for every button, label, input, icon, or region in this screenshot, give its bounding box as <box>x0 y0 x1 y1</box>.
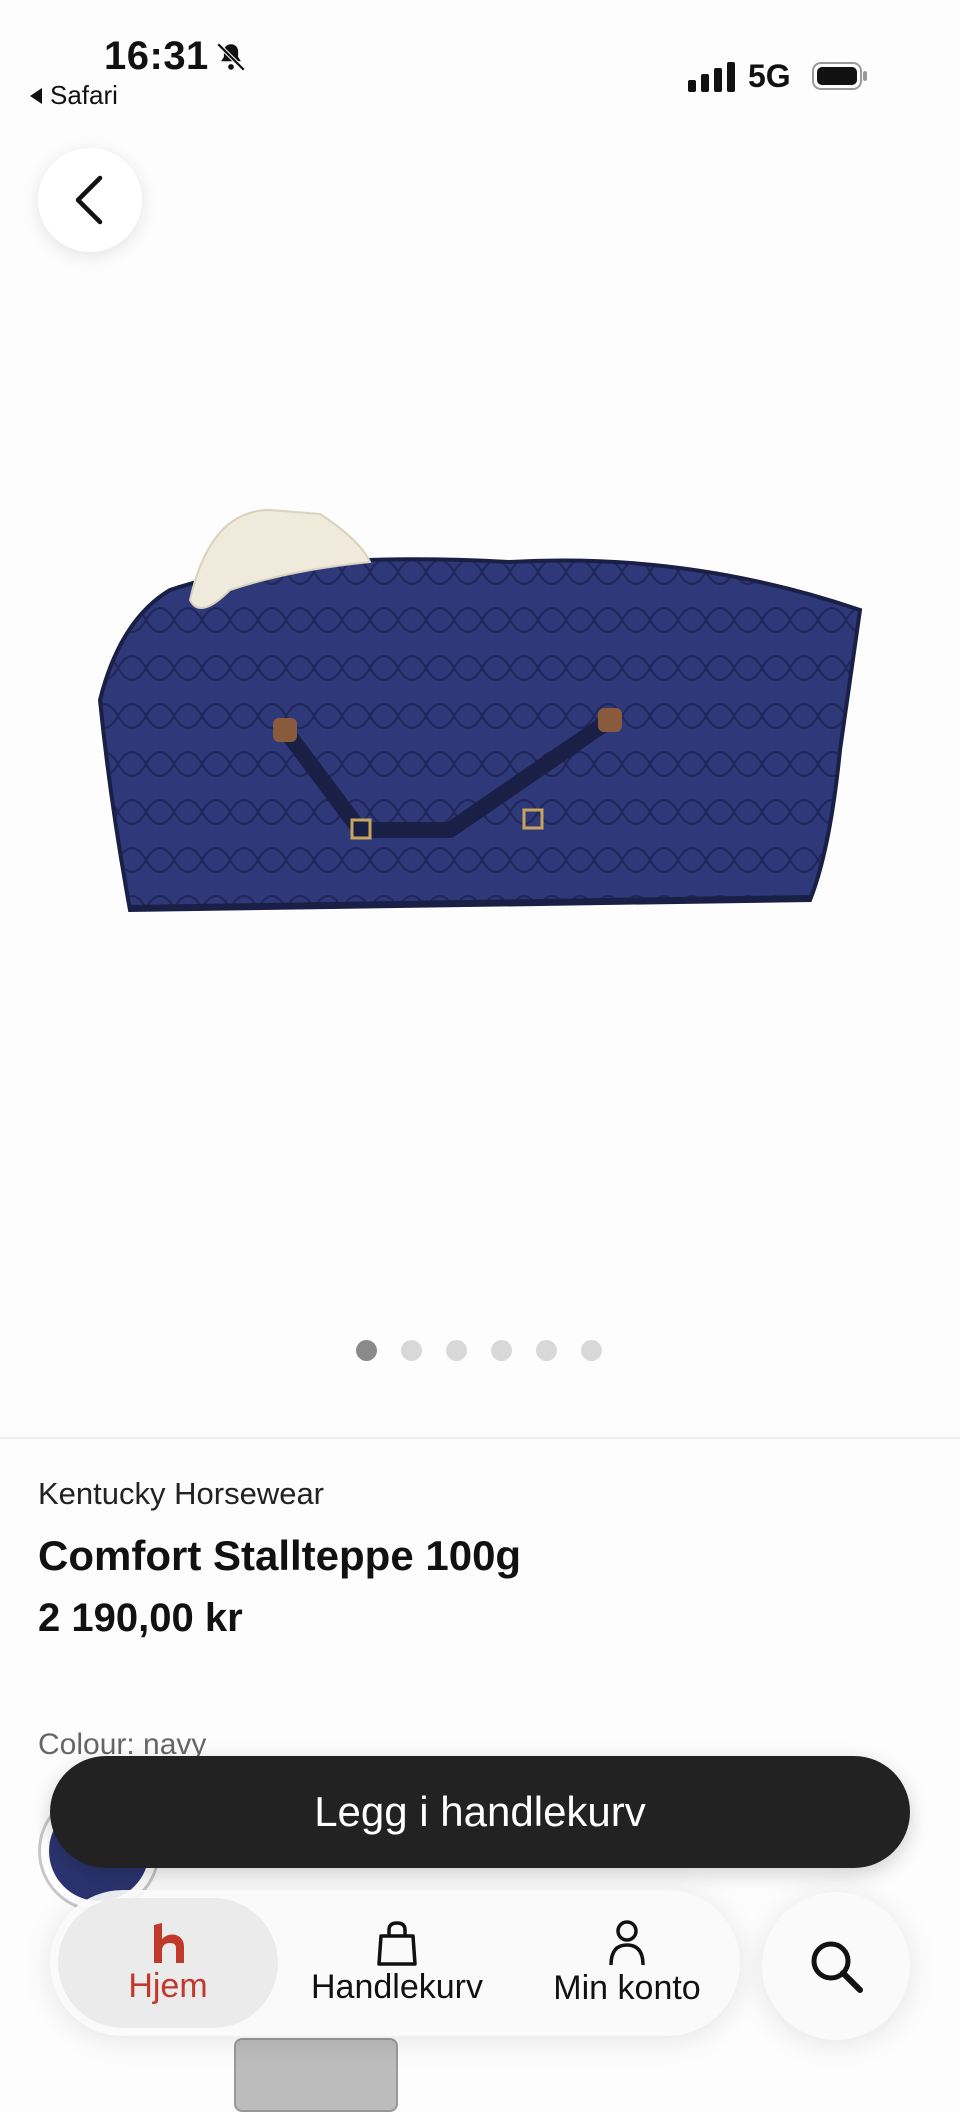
back-button[interactable] <box>38 148 142 252</box>
nav-item-cart[interactable]: Handlekurv <box>272 1890 522 2036</box>
carousel-dot[interactable] <box>446 1340 467 1361</box>
nav-item-home[interactable]: Hjem <box>58 1898 278 2028</box>
back-app-label: Safari <box>50 80 118 110</box>
divider <box>0 1437 960 1439</box>
back-to-app-link[interactable]: Safari <box>30 80 118 111</box>
product-title: Comfort Stallteppe 100g <box>38 1532 522 1579</box>
carousel-dot[interactable] <box>581 1340 602 1361</box>
signal-icon <box>688 60 735 92</box>
back-triangle-icon <box>30 87 42 104</box>
shopping-bag-icon <box>377 1920 417 1966</box>
nav-item-account[interactable]: Min konto <box>522 1890 732 2036</box>
product-price: 2 190,00 kr <box>38 1596 243 1640</box>
bell-slash-icon <box>216 42 246 72</box>
product-brand[interactable]: Kentucky Horsewear <box>38 1476 324 1512</box>
hooks-logo-icon <box>154 1922 184 1963</box>
carousel-dot[interactable] <box>491 1340 512 1361</box>
network-type: 5G <box>748 58 791 94</box>
carousel-dot[interactable] <box>401 1340 422 1361</box>
size-option-selected[interactable] <box>234 2038 398 2112</box>
nav-label-account: Min konto <box>553 1968 701 2007</box>
nav-label-home: Hjem <box>128 1966 208 2005</box>
search-icon <box>811 1941 863 1993</box>
status-time: 16:31 <box>104 34 209 78</box>
person-icon <box>609 1919 645 1965</box>
bottom-nav: Hjem Handlekurv Min konto <box>50 1890 740 2036</box>
add-to-cart-button[interactable]: Legg i handlekurv <box>50 1756 910 1868</box>
nav-label-cart: Handlekurv <box>311 1967 483 2006</box>
carousel-indicator[interactable] <box>356 1340 602 1361</box>
product-image[interactable] <box>90 500 870 920</box>
carousel-dot[interactable] <box>356 1340 377 1361</box>
chevron-left-icon <box>75 175 103 225</box>
search-button[interactable] <box>762 1892 910 2040</box>
carousel-dot[interactable] <box>536 1340 557 1361</box>
battery-icon <box>812 62 867 90</box>
